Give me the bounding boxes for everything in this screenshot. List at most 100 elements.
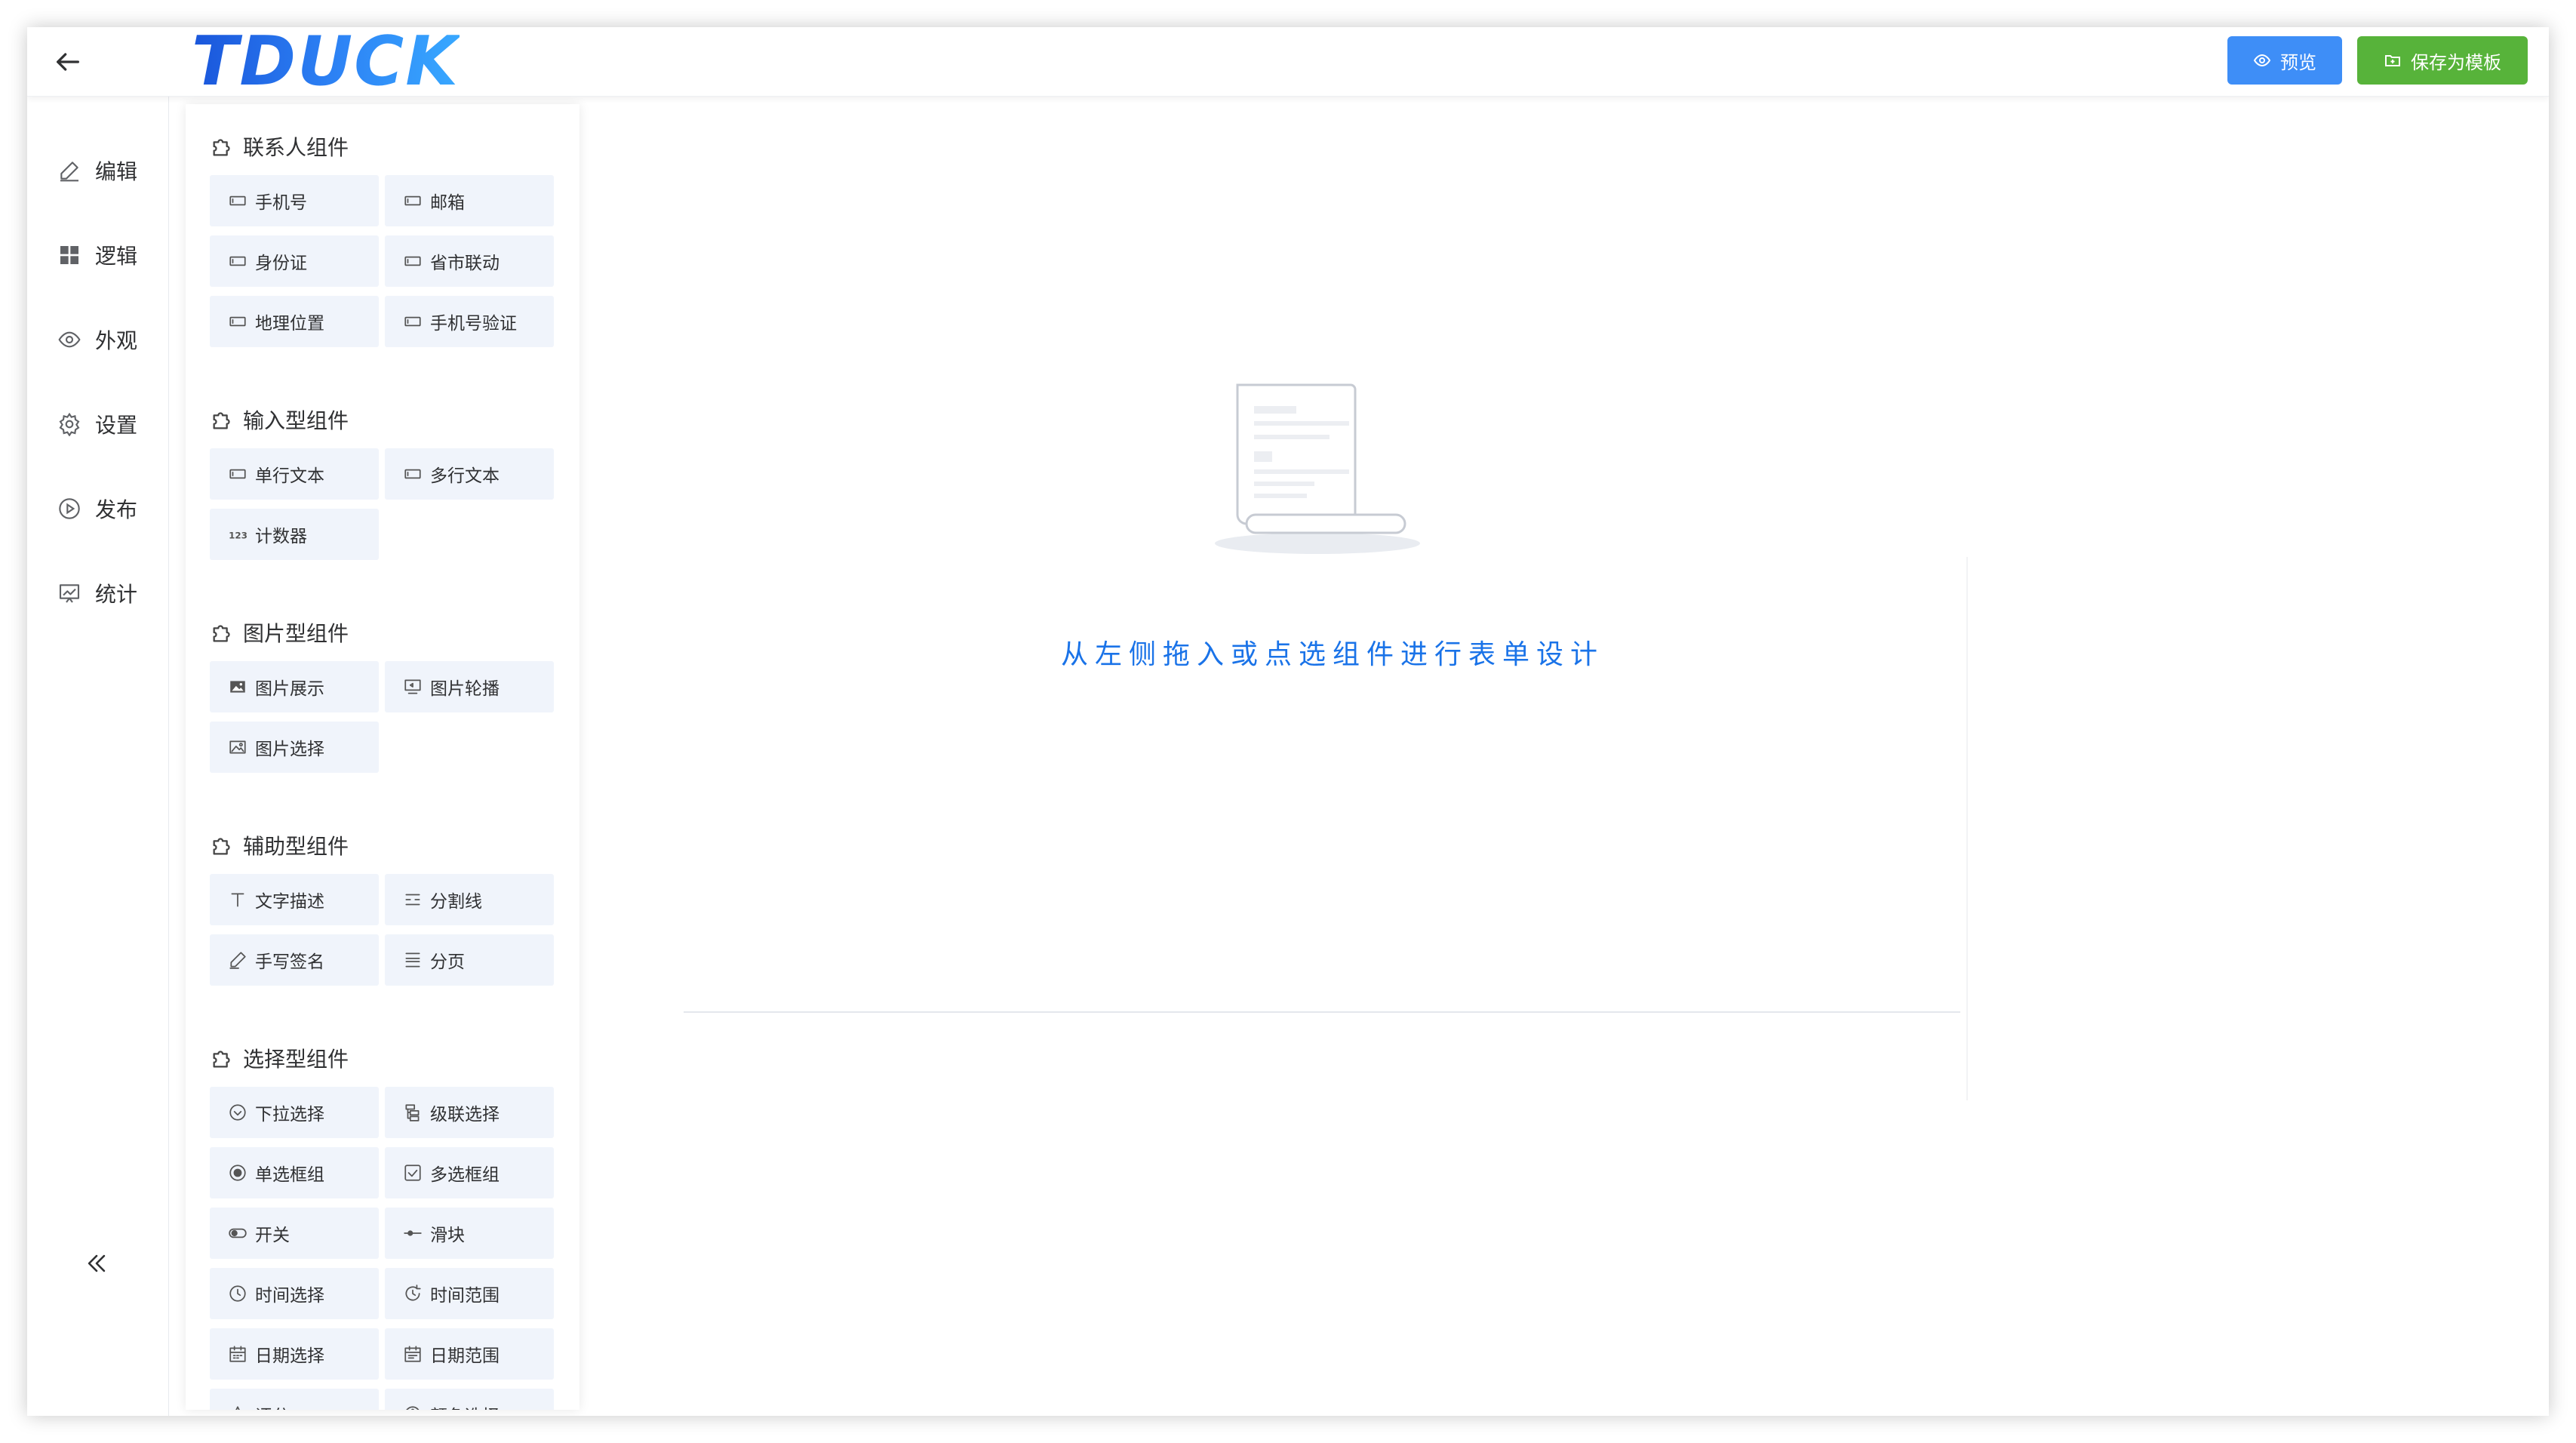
component-label: 手机号: [255, 193, 307, 213]
input-icon: [228, 464, 247, 484]
component-item[interactable]: 图片选择: [210, 722, 379, 773]
group-title: 选择型组件: [210, 1043, 349, 1073]
component-label: 文字描述: [255, 892, 324, 912]
component-item[interactable]: 省市联动: [385, 235, 554, 287]
clock-icon: [228, 1284, 247, 1303]
preview-button[interactable]: 预览: [2227, 36, 2342, 85]
double-chevron-left-icon: [88, 1254, 106, 1272]
component-label: 计数器: [255, 527, 307, 546]
input-icon: [403, 312, 423, 331]
group-title: 输入型组件: [210, 405, 349, 435]
component-label: 图片选择: [255, 740, 324, 759]
gear-icon: [59, 412, 80, 436]
component-item[interactable]: 时间范围: [385, 1268, 554, 1319]
preview-label: 预览: [2280, 51, 2316, 73]
empty-document-icon: [1215, 383, 1420, 554]
calendar-range-icon: [403, 1344, 423, 1364]
input-icon: [228, 251, 247, 271]
nav-label: 统计: [95, 582, 138, 607]
checkbox-icon: [403, 1163, 423, 1183]
component-label: 颜色选择: [430, 1401, 500, 1410]
carousel-icon: [403, 677, 423, 697]
component-item[interactable]: 手写签名: [210, 934, 379, 986]
component-label: 时间范围: [430, 1286, 500, 1306]
component-item[interactable]: 文字描述: [210, 874, 379, 925]
component-item[interactable]: 地理位置: [210, 296, 379, 347]
puzzle-icon: [210, 407, 235, 432]
nav-item-statistics[interactable]: 统计: [57, 571, 137, 616]
component-item[interactable]: 日期选择: [210, 1328, 379, 1380]
group-title: 联系人组件: [210, 131, 349, 162]
component-item[interactable]: 身份证: [210, 235, 379, 287]
component-item[interactable]: 手机号: [210, 175, 379, 226]
component-label: 地理位置: [255, 314, 324, 334]
component-label: 日期选择: [255, 1346, 324, 1366]
arrow-left-icon: [57, 53, 80, 71]
component-item[interactable]: 图片轮播: [385, 661, 554, 712]
edit-icon: [60, 162, 78, 182]
svg-text:123: 123: [229, 530, 247, 540]
component-label: 级联选择: [430, 1105, 500, 1125]
component-item[interactable]: 级联选择: [385, 1087, 554, 1138]
form-canvas[interactable]: 从左侧拖入或点选组件进行表单设计: [608, 97, 2549, 1416]
component-label: 手机号验证: [430, 314, 517, 334]
play-icon: [59, 498, 80, 519]
pen-icon: [228, 950, 247, 970]
component-item[interactable]: 分页: [385, 934, 554, 986]
component-label: 分割线: [430, 892, 482, 912]
component-item[interactable]: 图片展示: [210, 661, 379, 712]
number-icon: 123: [228, 525, 247, 544]
component-item[interactable]: 日期范围: [385, 1328, 554, 1380]
group-title-label: 选择型组件: [243, 1047, 349, 1072]
nav-label: 外观: [95, 328, 138, 353]
component-label: 下拉选择: [255, 1105, 324, 1125]
component-label: 分页: [430, 952, 465, 972]
nav-item-settings[interactable]: 设置: [57, 402, 137, 447]
nav-label: 设置: [95, 413, 138, 438]
slider-icon: [403, 1223, 423, 1243]
input-icon: [403, 251, 423, 271]
top-header: TDUCK 预览 保存为模板: [27, 27, 2549, 97]
component-item[interactable]: 多行文本: [385, 448, 554, 500]
pagination-icon: [403, 950, 423, 970]
app-window: TDUCK 预览 保存为模板 编辑 逻辑 外观 设置 发布 统计 联系人组件 手…: [27, 27, 2549, 1416]
component-item[interactable]: 分割线: [385, 874, 554, 925]
group-title-label: 辅助型组件: [243, 834, 349, 859]
component-item[interactable]: 滑块: [385, 1208, 554, 1259]
component-item[interactable]: 手机号验证: [385, 296, 554, 347]
component-label: 时间选择: [255, 1286, 324, 1306]
chart-icon: [59, 584, 80, 603]
left-nav: 编辑 逻辑 外观 设置 发布 统计: [27, 97, 169, 1416]
component-item[interactable]: 123 计数器: [210, 509, 379, 560]
component-item[interactable]: 邮箱: [385, 175, 554, 226]
component-item[interactable]: 下拉选择: [210, 1087, 379, 1138]
divider-icon: [403, 890, 423, 909]
collapse-sidebar-button[interactable]: [78, 1245, 115, 1281]
component-item[interactable]: 开关: [210, 1208, 379, 1259]
component-item[interactable]: 时间选择: [210, 1268, 379, 1319]
nav-item-publish[interactable]: 发布: [57, 486, 137, 531]
component-label: 单行文本: [255, 466, 324, 486]
component-label: 评分: [255, 1401, 290, 1410]
save-as-template-button[interactable]: 保存为模板: [2357, 36, 2528, 85]
component-label: 身份证: [255, 254, 307, 273]
component-label: 多行文本: [430, 466, 500, 486]
image-select-icon: [228, 737, 247, 757]
group-title-label: 图片型组件: [243, 621, 349, 646]
folder-plus-icon: [2385, 55, 2400, 66]
nav-item-edit[interactable]: 编辑: [57, 148, 137, 193]
component-item[interactable]: 单行文本: [210, 448, 379, 500]
nav-label: 逻辑: [95, 244, 138, 269]
image-icon: [228, 677, 247, 697]
nav-item-logic[interactable]: 逻辑: [57, 232, 137, 278]
component-item[interactable]: 颜色选择: [385, 1389, 554, 1410]
group-title: 图片型组件: [210, 617, 349, 648]
component-label: 多选框组: [430, 1165, 500, 1185]
nav-item-appearance[interactable]: 外观: [57, 317, 137, 362]
puzzle-icon: [210, 134, 235, 159]
component-item[interactable]: 单选框组: [210, 1147, 379, 1198]
component-item[interactable]: 评分: [210, 1389, 379, 1410]
nav-label: 发布: [95, 497, 138, 522]
component-item[interactable]: 多选框组: [385, 1147, 554, 1198]
back-button[interactable]: [50, 44, 86, 80]
